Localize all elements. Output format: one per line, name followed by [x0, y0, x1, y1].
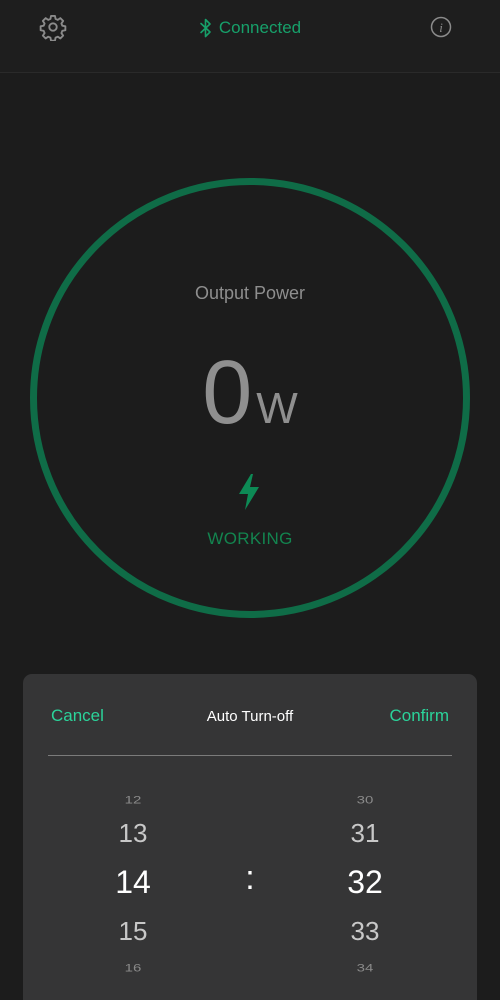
minute-option[interactable]: 33: [295, 916, 435, 947]
gear-icon: [39, 14, 67, 41]
top-bar: Connected i: [0, 0, 500, 73]
auto-turn-off-sheet: Cancel Auto Turn-off Confirm 12 13 14 15…: [23, 674, 477, 1000]
minute-option[interactable]: 34: [295, 962, 435, 974]
bluetooth-icon: [199, 18, 213, 38]
time-separator: :: [245, 859, 255, 897]
settings-button[interactable]: [33, 7, 73, 47]
info-button[interactable]: i: [421, 7, 461, 47]
working-status: WORKING: [207, 529, 293, 548]
lightning-bolt-icon: [239, 474, 259, 510]
hour-option[interactable]: 12: [63, 794, 203, 806]
minute-picker-wheel[interactable]: 30 31 32 33 34: [295, 784, 435, 976]
output-power-label: Output Power: [194, 283, 306, 303]
confirm-button[interactable]: Confirm: [389, 706, 449, 726]
svg-text:i: i: [439, 20, 443, 35]
sheet-title: Auto Turn-off: [206, 708, 294, 725]
hour-picker-wheel[interactable]: 12 13 14 15 16: [63, 784, 203, 976]
hour-option[interactable]: 15: [63, 916, 203, 947]
minute-option[interactable]: 30: [295, 794, 435, 806]
output-power-value: 0 W: [150, 348, 350, 438]
output-power-number: 0: [202, 343, 253, 443]
cancel-button[interactable]: Cancel: [51, 706, 104, 726]
hour-option[interactable]: 13: [63, 818, 203, 849]
info-icon: i: [430, 16, 452, 38]
hour-option-selected[interactable]: 14: [63, 864, 203, 901]
connection-status: Connected: [150, 14, 350, 42]
output-power-unit: W: [256, 384, 298, 433]
minute-option[interactable]: 31: [295, 818, 435, 849]
connection-status-text: Connected: [218, 18, 302, 37]
sheet-divider: [48, 755, 452, 756]
hour-option[interactable]: 16: [63, 962, 203, 974]
minute-option-selected[interactable]: 32: [295, 864, 435, 901]
